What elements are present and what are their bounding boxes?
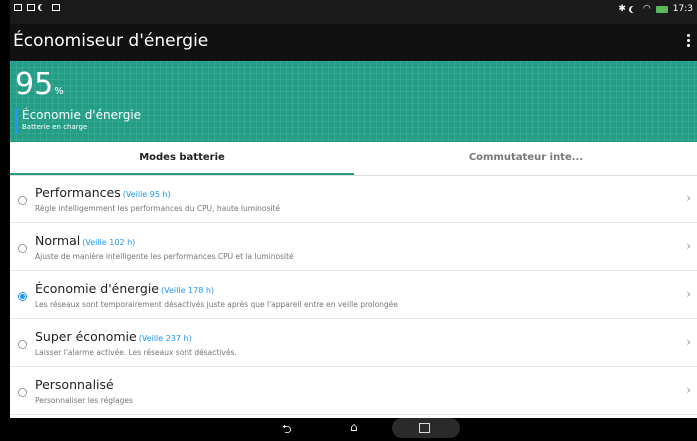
action-bar: Économiseur d'énergie	[10, 24, 697, 61]
battery-mode-list: Performances (Veille 95 h) Règle intellig…	[10, 175, 697, 415]
mode-name: Économie d'énergie	[35, 281, 159, 296]
standby-time: (Veille 178 h)	[161, 286, 215, 295]
status-time: 17:3	[672, 4, 693, 14]
battery-percentage: 95%	[15, 67, 64, 102]
mode-row-super-saving[interactable]: Super économie (Veille 237 h) Laisser l'a…	[10, 319, 697, 367]
chevron-right-icon: ›	[686, 287, 691, 301]
wifi-icon: ◠	[642, 4, 651, 14]
recent-apps-button[interactable]	[392, 418, 460, 438]
mode-description: Ajuste de manière intelligente les perfo…	[35, 252, 294, 261]
battery-charging-icon	[655, 5, 668, 13]
mode-row-performance[interactable]: Performances (Veille 95 h) Règle intellig…	[10, 175, 697, 223]
page-title: Économiseur d'énergie	[13, 31, 209, 51]
navigation-bar: ⮌ ⌂	[0, 418, 697, 438]
charging-status: Batterie en charge	[22, 123, 88, 131]
mode-description: Personnaliser les réglages	[35, 396, 133, 405]
chevron-right-icon: ›	[686, 239, 691, 253]
recent-apps-icon	[419, 423, 430, 433]
mode-row-normal[interactable]: Normal (Veille 102 h) Ajuste de manière i…	[10, 223, 697, 271]
mode-row-custom[interactable]: Personnalisé Personnaliser les réglages …	[10, 367, 697, 415]
tab-smart-switch[interactable]: Commutateur inte...	[354, 142, 697, 175]
screen-icon	[27, 4, 35, 11]
mode-title: Normal (Veille 102 h)	[35, 233, 135, 248]
chevron-right-icon: ›	[686, 335, 691, 349]
radio-button[interactable]	[18, 196, 27, 205]
status-bar: ✱ ◠ 17:3	[10, 0, 697, 24]
mode-name: Super économie	[35, 329, 137, 344]
home-icon[interactable]: ⌂	[350, 420, 358, 434]
mode-name: Normal	[35, 233, 81, 248]
bag-icon	[52, 4, 60, 11]
mode-description: Les réseaux sont temporairement désactiv…	[35, 300, 398, 309]
standby-time: (Veille 102 h)	[82, 238, 136, 247]
mode-name: Performances	[35, 185, 121, 200]
moon-icon	[631, 6, 638, 13]
mode-row-power-saving[interactable]: Économie d'énergie (Veille 178 h) Les rés…	[10, 271, 697, 319]
overflow-menu-icon[interactable]	[685, 32, 691, 52]
chevron-right-icon: ›	[686, 383, 691, 397]
percent-sign: %	[54, 86, 64, 97]
chevron-right-icon: ›	[686, 191, 691, 205]
battery-percent-value: 95	[15, 67, 54, 102]
radio-button[interactable]	[18, 244, 27, 253]
standby-time: (Veille 237 h)	[138, 334, 192, 343]
mode-description: Laisser l'alarme activée. Les réseaux so…	[35, 348, 237, 357]
mode-name: Personnalisé	[35, 377, 114, 392]
tab-battery-modes[interactable]: Modes batterie	[10, 142, 354, 175]
notification-icon	[14, 4, 22, 11]
moon-icon	[40, 4, 47, 11]
mode-title: Super économie (Veille 237 h)	[35, 329, 192, 344]
mode-title: Performances (Veille 95 h)	[35, 185, 171, 200]
current-mode-label: Économie d'énergie	[22, 108, 142, 122]
tab-bar: Modes batterie Commutateur inte...	[10, 142, 697, 176]
status-left-icons	[14, 4, 60, 11]
mode-title: Économie d'énergie (Veille 178 h)	[35, 281, 214, 296]
radio-button[interactable]	[18, 340, 27, 349]
standby-time: (Veille 95 h)	[122, 190, 171, 199]
battery-summary: 95% Économie d'énergie Batterie en charg…	[10, 61, 697, 142]
bluetooth-icon: ✱	[618, 4, 626, 14]
radio-button[interactable]	[18, 388, 27, 397]
status-right-icons: ✱ ◠ 17:3	[618, 4, 693, 14]
phone-screen: ✱ ◠ 17:3 Économiseur d'énergie 95% Écono…	[10, 0, 697, 438]
mode-title: Personnalisé	[35, 377, 114, 392]
radio-button-selected[interactable]	[18, 292, 27, 301]
mode-indicator-bar	[15, 108, 18, 134]
mode-description: Règle intelligemment les performances du…	[35, 204, 281, 213]
